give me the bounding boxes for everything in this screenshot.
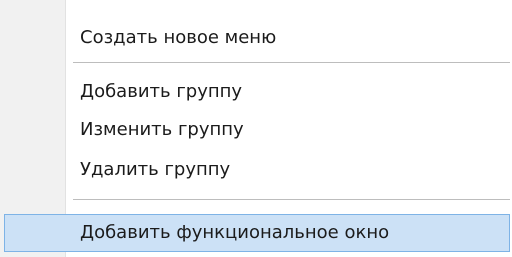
menu-separator xyxy=(73,62,510,63)
menu-item-add-functional-window[interactable]: Добавить функциональное окно xyxy=(4,214,510,252)
context-menu: Создать новое меню Добавить группу Измен… xyxy=(0,0,512,257)
menu-item-create-new-menu[interactable]: Создать новое меню xyxy=(4,19,510,57)
menu-separator xyxy=(73,199,510,200)
menu-item-delete-group[interactable]: Удалить группу xyxy=(4,151,510,189)
menu-item-edit-group[interactable]: Изменить группу xyxy=(4,111,510,149)
menu-item-add-group[interactable]: Добавить группу xyxy=(4,73,510,111)
